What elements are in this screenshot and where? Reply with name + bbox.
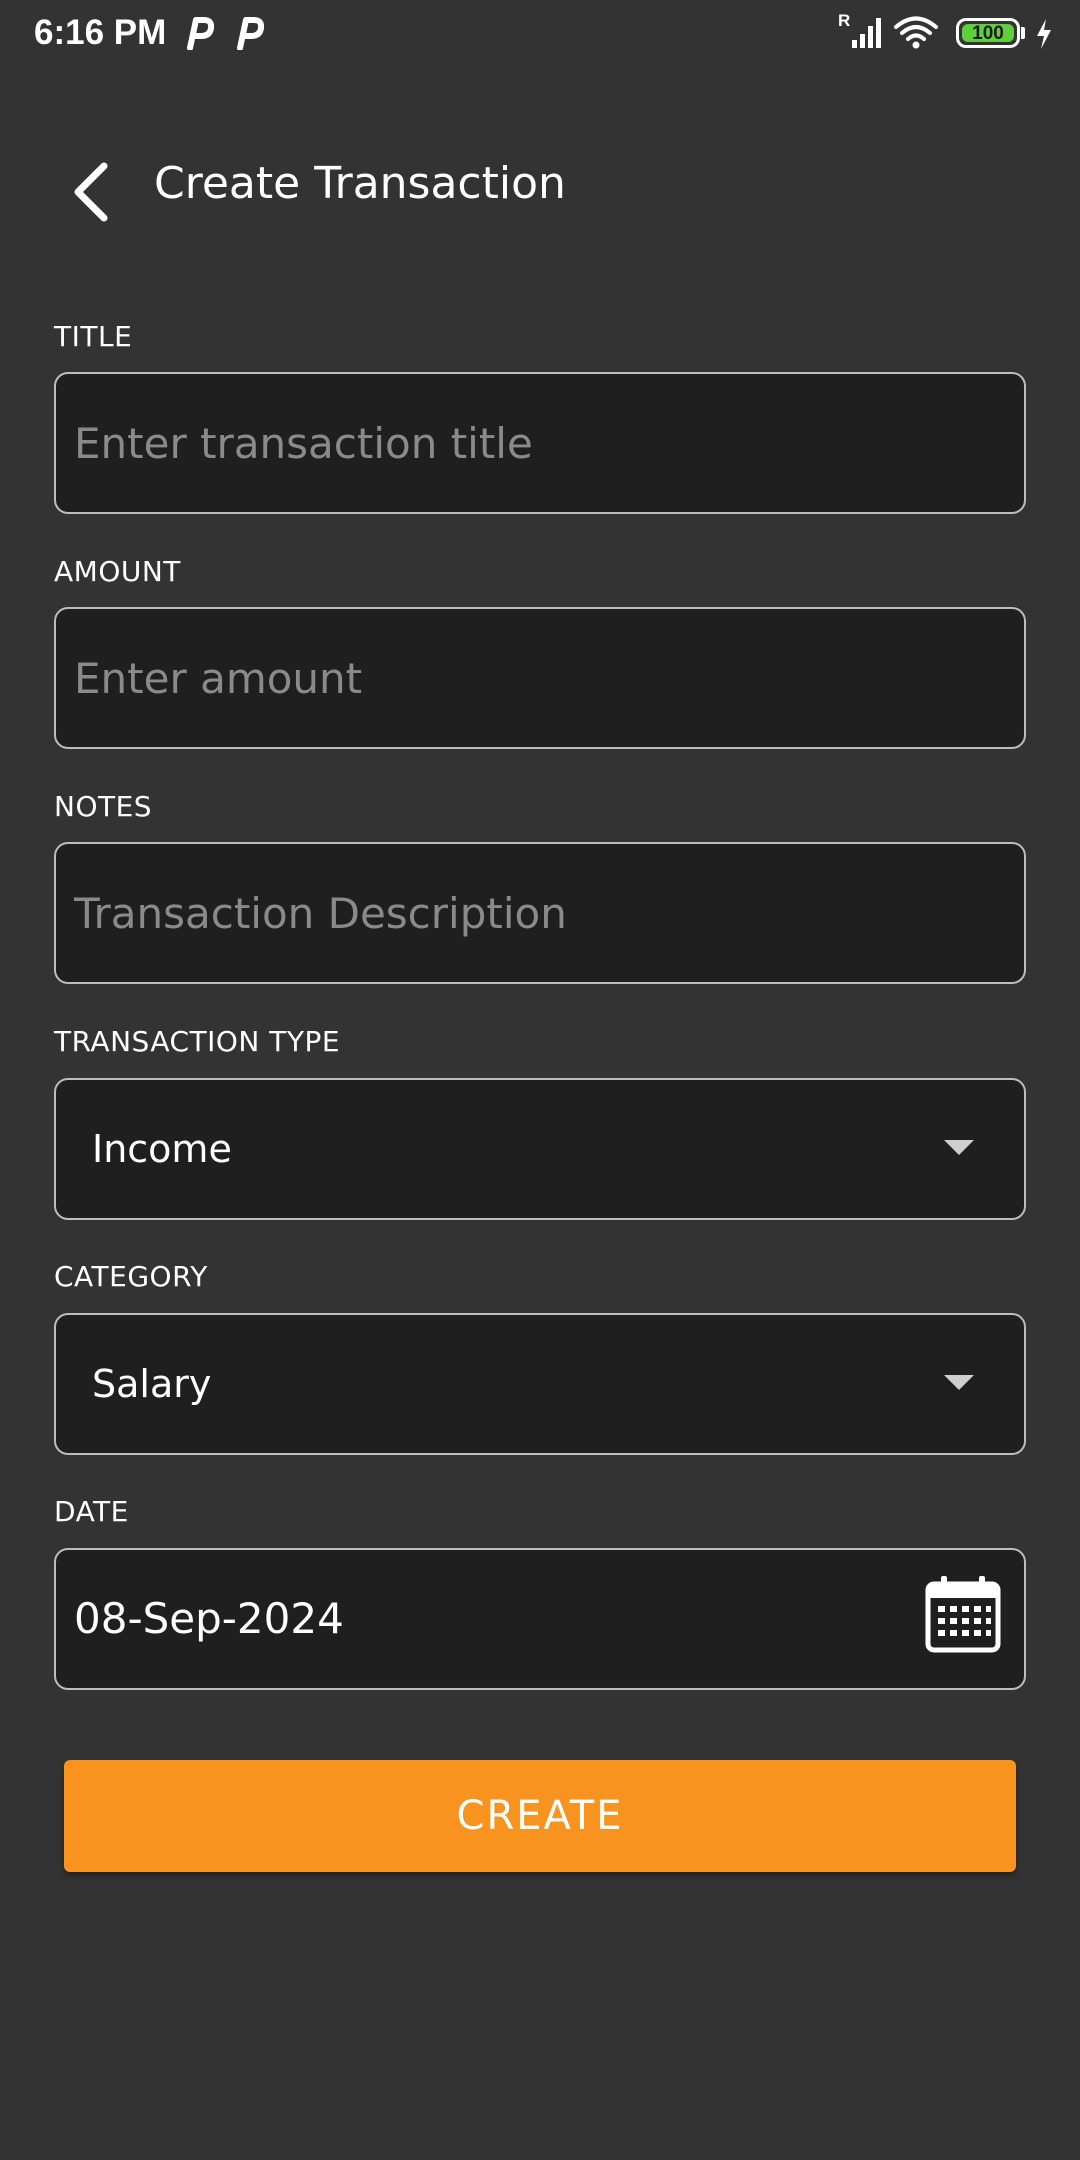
transaction-type-label: TRANSACTION TYPE (54, 1025, 341, 1058)
title-input[interactable] (74, 374, 994, 512)
charging-icon (1037, 19, 1051, 49)
title-field[interactable] (54, 372, 1026, 514)
create-button[interactable]: CREATE (64, 1760, 1016, 1872)
caret-down-icon (944, 1375, 974, 1390)
status-bar: 6:16 PM R 100 (0, 0, 1080, 66)
p-icon (237, 17, 264, 50)
transaction-type-value: Income (92, 1127, 232, 1171)
battery-icon: 100 (956, 18, 1020, 48)
battery-level: 100 (962, 24, 1014, 43)
create-transaction-screen: 6:16 PM R 100 Create Transaction TITLE E… (0, 0, 1080, 2160)
date-field[interactable]: 08-Sep-2024 (54, 1548, 1026, 1690)
category-value: Salary (92, 1362, 212, 1406)
calendar-icon[interactable] (924, 1574, 1002, 1654)
status-time: 6:16 PM (34, 13, 167, 52)
chevron-left-icon (74, 162, 108, 222)
notes-label: NOTES (54, 790, 153, 823)
title-label: TITLE (54, 320, 133, 353)
page-title: Create Transaction (154, 158, 566, 209)
battery-nub (1021, 27, 1025, 39)
amount-input[interactable] (74, 609, 994, 747)
date-value: 08-Sep-2024 (74, 1594, 344, 1643)
date-label: DATE (54, 1495, 129, 1528)
wifi-icon (894, 16, 938, 49)
category-select[interactable]: Salary (54, 1313, 1026, 1455)
caret-down-icon (944, 1140, 974, 1155)
category-label: CATEGORY (54, 1260, 208, 1293)
roaming-label: R (838, 11, 851, 30)
notes-field[interactable] (54, 842, 1026, 984)
notes-input[interactable] (74, 844, 994, 982)
amount-label: AMOUNT (54, 555, 181, 588)
back-button[interactable] (60, 150, 120, 230)
amount-field[interactable] (54, 607, 1026, 749)
transaction-type-select[interactable]: Income (54, 1078, 1026, 1220)
p-icon (187, 17, 214, 50)
